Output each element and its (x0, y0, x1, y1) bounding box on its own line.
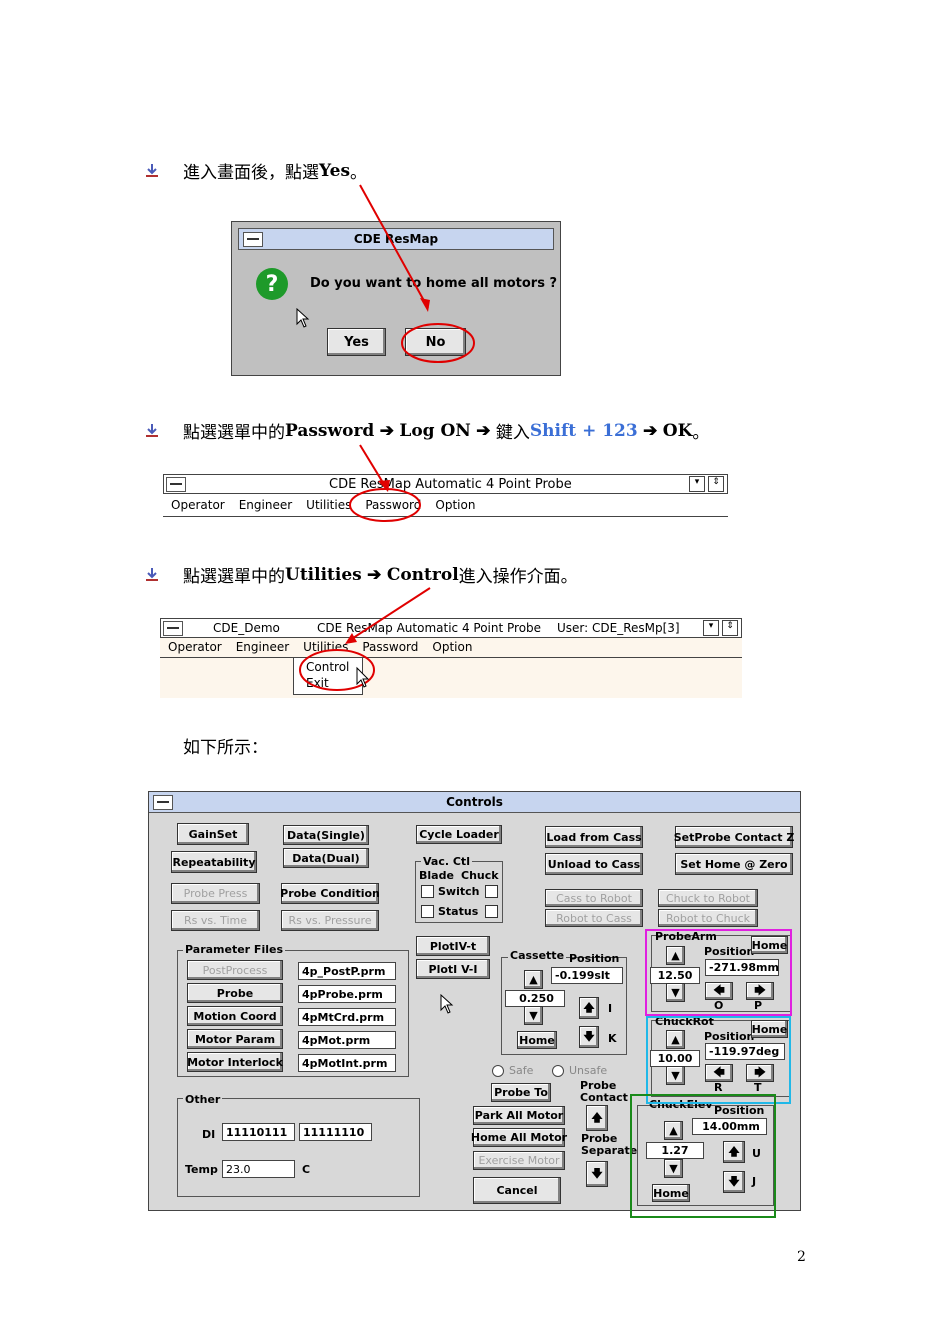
no-highlight-circle (401, 323, 475, 363)
chuckrot-highlight-box (646, 1016, 791, 1104)
chuckelev-highlight-box (630, 1094, 776, 1218)
cursor-icon (356, 666, 370, 688)
annotation-overlay (299, 184, 792, 1218)
password-highlight-circle (349, 488, 421, 522)
red-arrow-2 (359, 444, 390, 492)
red-arrow-1 (359, 184, 430, 312)
page-number: 2 (797, 1249, 806, 1265)
red-arrow-3 (345, 587, 431, 644)
probearm-highlight-box (645, 929, 792, 1016)
